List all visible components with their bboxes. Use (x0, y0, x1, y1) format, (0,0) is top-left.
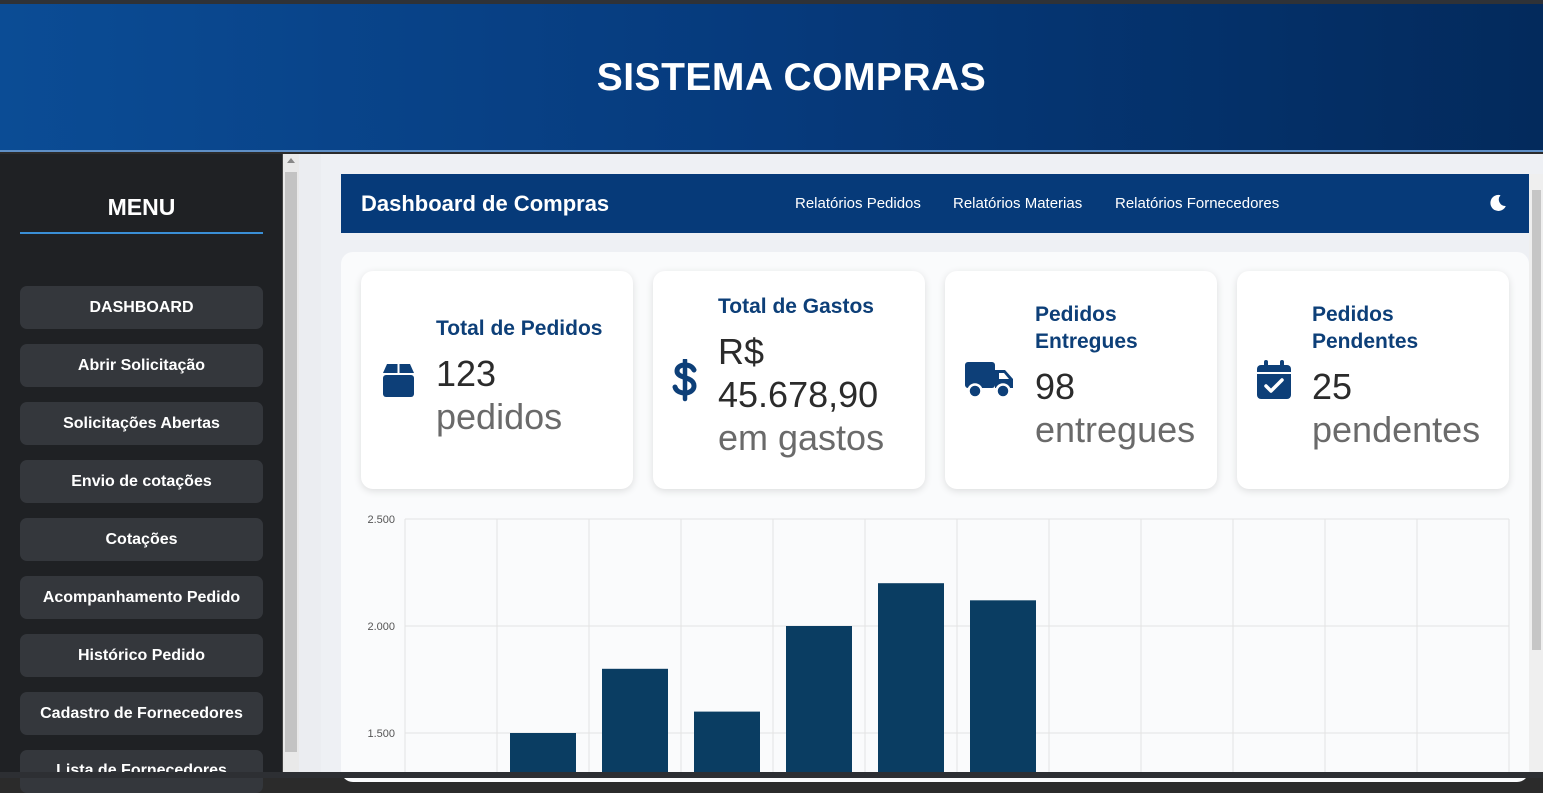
window-bottom-strip (0, 772, 1543, 778)
card-unit: pedidos (436, 396, 563, 437)
card-value: 123 (436, 353, 497, 394)
sidebar: MENU DASHBOARD Abrir Solicitação Solicit… (0, 154, 283, 793)
card-total-pedidos: Total de Pedidos 123 pedidos (361, 271, 633, 489)
chart-bar[interactable] (786, 626, 852, 775)
card-title: Total de Pedidos (436, 317, 603, 340)
bar-chart: 2.500 2.000 1.500 (367, 514, 1510, 775)
sidebar-item-cotacoes[interactable]: Cotações (20, 518, 263, 561)
card-title: Pedidos Entregues (1035, 303, 1138, 353)
chart-bar[interactable] (878, 583, 944, 775)
menu-divider (20, 232, 263, 234)
y-tick-label: 2.000 (367, 621, 395, 633)
sidebar-item-envio-cotacoes[interactable]: Envio de cotações (20, 460, 263, 503)
dollar-icon (672, 359, 697, 402)
card-value: R$ 45.678,90 (718, 331, 879, 415)
calendar-check-icon (1257, 360, 1291, 399)
nav-link-relatorios-fornecedores[interactable]: Relatórios Fornecedores (1115, 195, 1279, 212)
main-scrollbar[interactable] (1529, 174, 1543, 774)
app-title: SISTEMA COMPRAS (596, 56, 987, 99)
sidebar-item-dashboard[interactable]: DASHBOARD (20, 286, 263, 329)
sidebar-item-acompanhamento-pedido[interactable]: Acompanhamento Pedido (20, 576, 263, 619)
nav-link-relatorios-materias[interactable]: Relatórios Materias (953, 195, 1082, 212)
content-gutter (299, 154, 321, 774)
sidebar-item-cadastro-fornecedores[interactable]: Cadastro de Fornecedores (20, 692, 263, 735)
nav-link-relatorios-pedidos[interactable]: Relatórios Pedidos (795, 195, 921, 212)
card-title: Total de Gastos (718, 295, 874, 318)
card-total-gastos: Total de Gastos R$ 45.678,90 em gastos (653, 271, 925, 489)
scroll-up-arrow-icon[interactable] (287, 158, 295, 163)
card-pedidos-entregues: Pedidos Entregues 98 entregues (945, 271, 1217, 489)
sidebar-scrollbar[interactable] (283, 154, 299, 774)
y-tick-label: 1.500 (367, 728, 395, 740)
sidebar-scroll-thumb[interactable] (285, 172, 297, 752)
sidebar-item-historico-pedido[interactable]: Histórico Pedido (20, 634, 263, 677)
card-unit: pendentes (1312, 409, 1481, 450)
chart-bar[interactable] (694, 711, 760, 775)
chart-bar[interactable] (510, 733, 576, 775)
card-unit: entregues (1035, 409, 1196, 450)
main-scroll-thumb[interactable] (1532, 190, 1541, 650)
sidebar-item-solicitacoes-abertas[interactable]: Solicitações Abertas (20, 402, 263, 445)
card-pedidos-pendentes: Pedidos Pendentes 25 pendentes (1237, 271, 1509, 489)
menu-title: MENU (107, 194, 176, 220)
chart-bar[interactable] (602, 668, 668, 775)
navbar-brand[interactable]: Dashboard de Compras (361, 191, 609, 217)
truck-icon (965, 362, 1013, 399)
card-value: 25 (1312, 366, 1353, 407)
box-icon (383, 364, 414, 397)
app-header: SISTEMA COMPRAS (0, 4, 1543, 152)
moon-icon[interactable] (1488, 193, 1508, 213)
sidebar-item-abrir-solicitacao[interactable]: Abrir Solicitação (20, 344, 263, 387)
card-unit: em gastos (718, 417, 885, 458)
y-tick-label: 2.500 (367, 514, 395, 526)
card-title: Pedidos Pendentes (1312, 303, 1419, 353)
card-value: 98 (1035, 366, 1076, 407)
purchases-chart: 2.500 2.000 1.500 (341, 505, 1529, 775)
chart-bar[interactable] (970, 600, 1036, 775)
dashboard-navbar: Dashboard de Compras Relatórios Pedidos … (341, 174, 1529, 233)
